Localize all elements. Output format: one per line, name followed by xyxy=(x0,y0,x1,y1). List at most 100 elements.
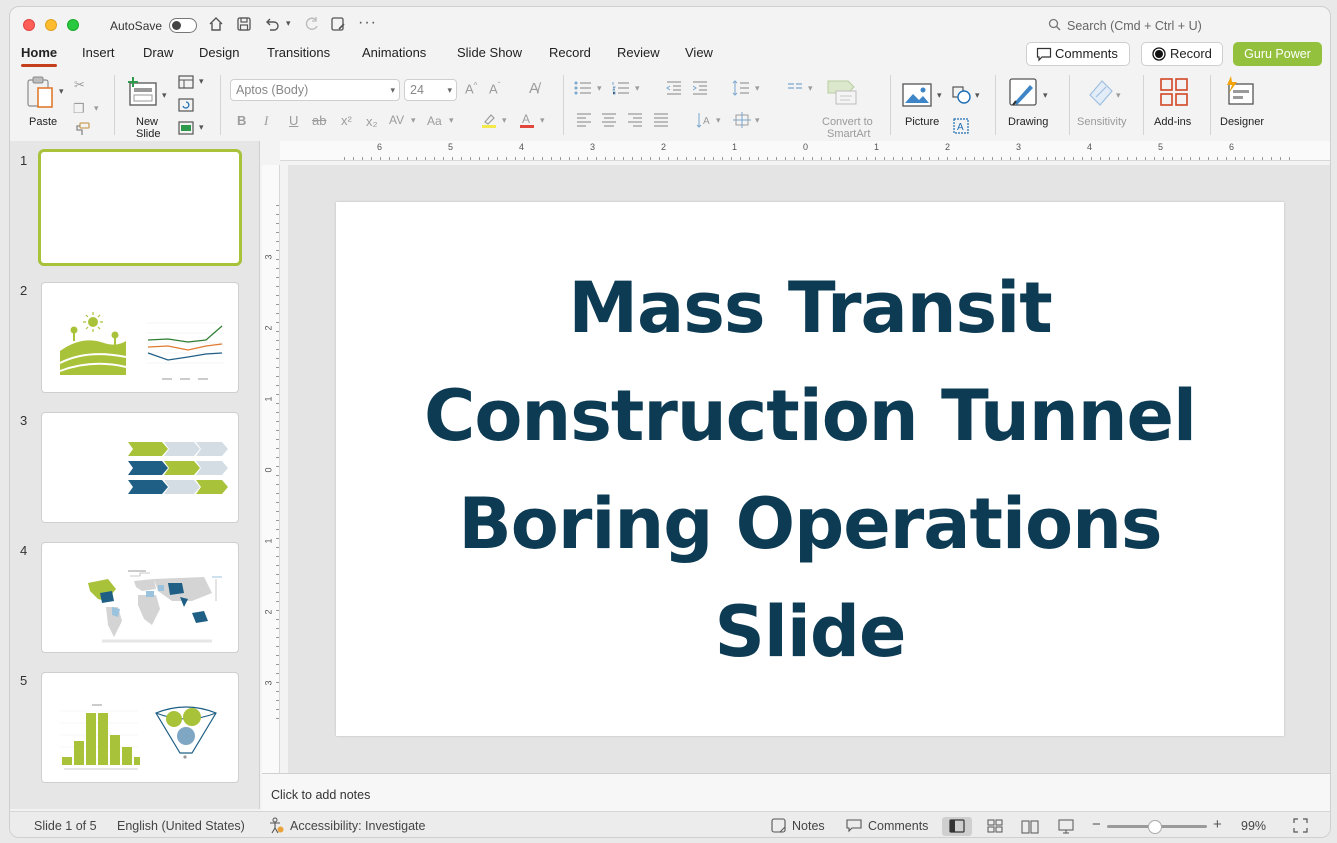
ruler-tick xyxy=(276,673,279,674)
comments-status-button[interactable]: Comments xyxy=(868,819,928,833)
ruler-tick xyxy=(276,367,279,368)
fit-to-window-icon[interactable] xyxy=(1293,818,1308,836)
picture-icon[interactable] xyxy=(902,83,932,110)
ruler-tick xyxy=(1271,157,1272,160)
tab-transitions[interactable]: Transitions xyxy=(267,45,330,60)
comment-icon[interactable] xyxy=(846,818,862,836)
guru-power-button[interactable]: Guru Power xyxy=(1233,42,1322,66)
thumbnail-number: 3 xyxy=(20,413,28,428)
clear-formatting-icon: A̸ xyxy=(529,80,540,97)
ruler-tick xyxy=(974,157,975,160)
ruler-tick xyxy=(749,157,750,160)
notes-button[interactable]: Notes xyxy=(792,819,825,833)
vertical-ruler[interactable]: 3 2 1 0 1 2 3 xyxy=(262,165,280,773)
tab-review[interactable]: Review xyxy=(617,45,660,60)
align-text-dropdown-icon: ▾ xyxy=(755,115,760,125)
drawing-icon[interactable] xyxy=(1008,77,1040,112)
ruler-tick-label: 1 xyxy=(874,142,880,152)
tab-slide-show[interactable]: Slide Show xyxy=(457,45,522,60)
slide-thumbnail-4[interactable] xyxy=(41,542,239,653)
ruler-tick xyxy=(632,157,633,160)
textbox-icon[interactable]: A xyxy=(953,118,969,137)
new-slide-icon[interactable] xyxy=(126,77,158,110)
ruler-tick xyxy=(1118,157,1119,160)
slide-thumbnail-2[interactable] xyxy=(41,282,239,393)
tab-record[interactable]: Record xyxy=(549,45,591,60)
ruler-tick-label: 6 xyxy=(1229,142,1235,152)
slide-thumbnail-5[interactable] xyxy=(41,672,239,783)
font-size-select[interactable]: 24 ▾ xyxy=(404,79,457,101)
ruler-tick xyxy=(276,241,279,242)
picture-dropdown-icon[interactable]: ▾ xyxy=(937,90,942,101)
more-options-icon[interactable]: ··· xyxy=(358,14,377,32)
layout-dropdown-icon[interactable]: ▾ xyxy=(199,76,204,87)
comment-icon xyxy=(1036,43,1052,72)
undo-icon[interactable] xyxy=(264,16,280,36)
tab-home[interactable]: Home xyxy=(21,45,58,67)
ruler-tick xyxy=(740,157,741,160)
zoom-out-icon[interactable]: − xyxy=(1092,816,1101,833)
highlight-dropdown-icon: ▾ xyxy=(502,115,507,125)
language-status[interactable]: English (United States) xyxy=(117,819,245,833)
accessibility-status[interactable]: Accessibility: Investigate xyxy=(290,819,425,833)
search-input[interactable]: Search (Cmd + Ctrl + U) xyxy=(1067,19,1202,33)
highlight-icon xyxy=(481,112,497,131)
zoom-level[interactable]: 99% xyxy=(1241,819,1266,833)
customize-icon[interactable] xyxy=(330,16,346,36)
copy-icon: ❐ xyxy=(73,101,85,116)
tab-animations[interactable]: Animations xyxy=(362,45,426,60)
slide-thumbnail-1[interactable] xyxy=(38,149,242,266)
numbering-dropdown-icon: ▾ xyxy=(635,83,640,93)
slide-sorter-view-button[interactable] xyxy=(980,817,1010,836)
thumbnail-number: 5 xyxy=(20,673,28,688)
horizontal-ruler[interactable]: 6 5 4 3 2 1 0 1 2 3 4 5 6 xyxy=(280,141,1330,161)
new-slide-label-line1: New xyxy=(136,116,159,128)
section-icon[interactable] xyxy=(178,121,194,138)
shapes-icon[interactable] xyxy=(952,86,972,107)
italic-icon: I xyxy=(264,113,269,128)
save-icon[interactable] xyxy=(236,16,252,36)
ruler-tick-label: 4 xyxy=(1087,142,1093,152)
designer-icon[interactable] xyxy=(1224,75,1256,110)
ruler-tick xyxy=(1181,157,1182,160)
slide-title[interactable]: Mass Transit Construction Tunnel Boring … xyxy=(336,254,1284,686)
record-button[interactable]: Record xyxy=(1141,42,1223,66)
addins-icon[interactable] xyxy=(1159,77,1189,110)
paste-dropdown-icon[interactable]: ▾ xyxy=(59,86,64,97)
home-icon[interactable] xyxy=(208,16,224,36)
slide-show-view-button[interactable] xyxy=(1051,817,1081,836)
autosave-toggle[interactable] xyxy=(169,18,197,33)
close-window-button[interactable] xyxy=(23,19,35,31)
notes-icon[interactable] xyxy=(771,818,787,836)
slide-thumbnail-3[interactable] xyxy=(41,412,239,523)
current-slide[interactable]: Mass Transit Construction Tunnel Boring … xyxy=(336,202,1284,736)
zoom-in-icon[interactable]: + xyxy=(1213,816,1222,833)
slide-thumbnail-panel[interactable]: 1 2 3 4 5 xyxy=(10,141,260,809)
ruler-tick-label: 0 xyxy=(803,142,809,152)
tab-draw[interactable]: Draw xyxy=(143,45,173,60)
paste-icon[interactable] xyxy=(24,75,58,114)
maximize-window-button[interactable] xyxy=(67,19,79,31)
layout-icon[interactable] xyxy=(178,75,194,92)
shapes-dropdown-icon[interactable]: ▾ xyxy=(975,90,980,101)
new-slide-dropdown-icon[interactable]: ▾ xyxy=(162,90,167,101)
comments-button[interactable]: Comments xyxy=(1026,42,1130,66)
tab-insert[interactable]: Insert xyxy=(82,45,115,60)
font-name-select[interactable]: Aptos (Body) ▾ xyxy=(230,79,400,101)
zoom-slider-thumb[interactable] xyxy=(1148,820,1162,834)
format-painter-icon[interactable] xyxy=(74,122,90,139)
section-dropdown-icon[interactable]: ▾ xyxy=(199,122,204,133)
notes-pane[interactable]: Click to add notes xyxy=(262,773,1330,811)
ruler-tick xyxy=(587,157,588,160)
underline-icon: U xyxy=(289,113,299,128)
accessibility-icon[interactable] xyxy=(268,817,284,837)
tab-design[interactable]: Design xyxy=(199,45,239,60)
reset-icon[interactable] xyxy=(178,98,194,115)
tab-view[interactable]: View xyxy=(685,45,713,60)
search-icon[interactable] xyxy=(1048,18,1061,35)
normal-view-button[interactable] xyxy=(942,817,972,836)
undo-dropdown-icon[interactable]: ▾ xyxy=(286,18,291,29)
reading-view-button[interactable] xyxy=(1015,817,1045,836)
drawing-dropdown-icon[interactable]: ▾ xyxy=(1043,90,1048,101)
minimize-window-button[interactable] xyxy=(45,19,57,31)
